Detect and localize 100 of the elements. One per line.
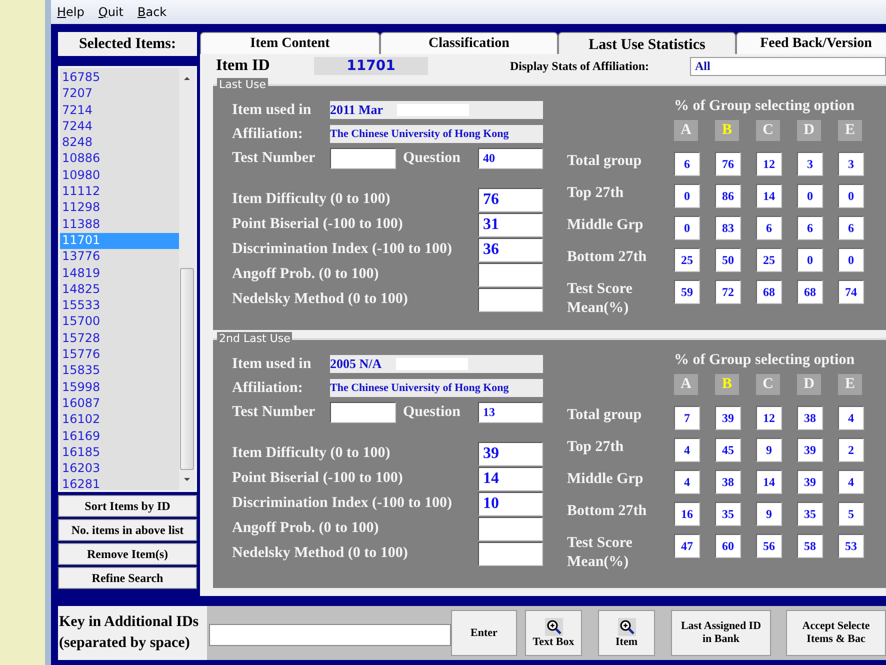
- percent-cell: 14: [756, 470, 782, 494]
- tab[interactable]: Classification: [380, 32, 558, 54]
- stat-field[interactable]: 10: [478, 492, 543, 516]
- list-item[interactable]: 8248: [60, 135, 179, 152]
- list-item[interactable]: 13776: [60, 249, 179, 266]
- action-button[interactable]: Accept Selecte Items & Bac: [786, 610, 886, 656]
- list-item[interactable]: 15700: [60, 314, 179, 331]
- field-label: Item used in: [232, 356, 312, 372]
- percent-cell: 74: [838, 280, 864, 304]
- stat-field[interactable]: 36: [478, 238, 543, 262]
- action-button[interactable]: Enter: [451, 610, 517, 656]
- option-header: C: [756, 374, 780, 395]
- additional-ids-field[interactable]: [208, 624, 451, 646]
- side-button[interactable]: Refine Search: [58, 567, 197, 589]
- stat-label: Item Difficulty (0 to 100): [232, 191, 392, 208]
- list-item[interactable]: 7244: [60, 118, 179, 136]
- field-label: Item used in: [232, 102, 312, 118]
- key-in-label: Key in Additional IDs: [59, 614, 200, 631]
- stat-label: Point Biserial (-100 to 100): [232, 216, 404, 233]
- menu-item[interactable]: Back: [137, 5, 167, 19]
- percent-cell: 0: [838, 248, 864, 272]
- group-label: Bottom 27th: [567, 248, 648, 267]
- percent-cell: 60: [715, 534, 741, 558]
- list-item[interactable]: 15776: [60, 347, 179, 364]
- side-button[interactable]: Remove Item(s): [58, 543, 197, 565]
- percent-cell: 6: [838, 216, 864, 240]
- stat-label: Angoff Prob. (0 to 100): [232, 266, 380, 283]
- percent-cell: 0: [674, 184, 700, 208]
- percent-cell: 39: [797, 470, 823, 494]
- affiliation-dropdown[interactable]: All: [690, 56, 886, 76]
- group-label: Middle Grp: [567, 470, 644, 489]
- percent-cell: 68: [797, 280, 823, 304]
- tab[interactable]: Item Content: [200, 32, 380, 54]
- group-legend: 2nd Last Use: [217, 332, 292, 345]
- scrollbar[interactable]: [179, 68, 195, 490]
- used-in-field: 2011 Mar: [330, 101, 543, 119]
- list-item[interactable]: 7207: [60, 86, 179, 103]
- action-button[interactable]: Last Assigned ID in Bank: [671, 610, 771, 656]
- stat-label: Nedelsky Method (0 to 100): [232, 545, 409, 562]
- percent-cell: 47: [674, 534, 700, 558]
- list-item[interactable]: 11388: [60, 216, 179, 233]
- percent-cell: 58: [797, 534, 823, 558]
- list-item[interactable]: 16087: [60, 396, 179, 412]
- field-label: Question: [402, 150, 462, 167]
- stat-label: Discrimination Index (-100 to 100): [232, 495, 453, 512]
- list-item[interactable]: 11298: [60, 200, 179, 217]
- tab[interactable]: Feed Back/Version: [736, 32, 886, 54]
- percent-cell: 50: [715, 248, 741, 272]
- side-button[interactable]: Sort Items by ID: [58, 495, 197, 517]
- list-item[interactable]: 15533: [60, 298, 179, 314]
- list-item[interactable]: 15835: [60, 363, 179, 380]
- list-item[interactable]: 16281: [60, 477, 179, 494]
- percent-cell: 3: [838, 152, 864, 176]
- stat-field[interactable]: 31: [478, 212, 543, 236]
- percent-cell: 38: [715, 470, 741, 494]
- stat-field[interactable]: [478, 542, 543, 566]
- list-item[interactable]: 10980: [60, 168, 179, 184]
- menu-item[interactable]: Help: [57, 5, 84, 19]
- percent-cell: 59: [674, 280, 700, 304]
- list-item[interactable]: 7214: [60, 102, 179, 119]
- stat-field[interactable]: 39: [478, 442, 543, 466]
- option-header: E: [838, 120, 862, 141]
- stat-field[interactable]: [478, 262, 543, 286]
- question-field[interactable]: 13: [478, 402, 543, 423]
- percent-cell: 76: [715, 152, 741, 176]
- list-item[interactable]: 14825: [60, 282, 179, 298]
- list-item[interactable]: 15998: [60, 380, 179, 396]
- list-item[interactable]: 14819: [60, 266, 179, 282]
- percent-cell: 2: [838, 438, 864, 462]
- test-number-field[interactable]: [330, 402, 396, 423]
- percent-cell: 3: [797, 152, 823, 176]
- percent-cell: 25: [674, 248, 700, 272]
- list-item[interactable]: 16203: [60, 461, 179, 478]
- filter-label: Display Stats of Affiliation:: [510, 58, 650, 74]
- stat-field[interactable]: [478, 516, 543, 540]
- list-item[interactable]: 15728: [60, 330, 179, 348]
- side-button[interactable]: No. items in above list: [58, 519, 197, 541]
- action-button[interactable]: Text Box: [525, 610, 582, 656]
- percent-cell: 53: [838, 534, 864, 558]
- percent-cell: 5: [838, 502, 864, 526]
- list-item[interactable]: 16169: [60, 428, 179, 445]
- selected-items-title: Selected Items:: [58, 32, 197, 56]
- field-label: Affiliation:: [232, 380, 304, 396]
- list-item[interactable]: 16785: [60, 70, 179, 86]
- list-item[interactable]: 11112: [60, 184, 179, 200]
- menu-item[interactable]: Quit: [98, 5, 124, 19]
- stat-field[interactable]: [478, 288, 543, 312]
- list-item[interactable]: 10886: [60, 151, 179, 168]
- percent-cell: 56: [756, 534, 782, 558]
- test-number-field[interactable]: [330, 148, 396, 169]
- stat-field[interactable]: 76: [478, 188, 543, 212]
- stat-field[interactable]: 14: [478, 466, 543, 490]
- field-label: Question: [402, 404, 462, 421]
- percent-cell: 0: [674, 216, 700, 240]
- tab[interactable]: Last Use Statistics: [558, 32, 736, 54]
- list-item[interactable]: 16185: [60, 444, 179, 462]
- list-item[interactable]: 16102: [60, 412, 179, 429]
- action-button[interactable]: Item: [598, 610, 655, 656]
- question-field[interactable]: 40: [478, 148, 543, 169]
- option-header: B: [715, 374, 739, 395]
